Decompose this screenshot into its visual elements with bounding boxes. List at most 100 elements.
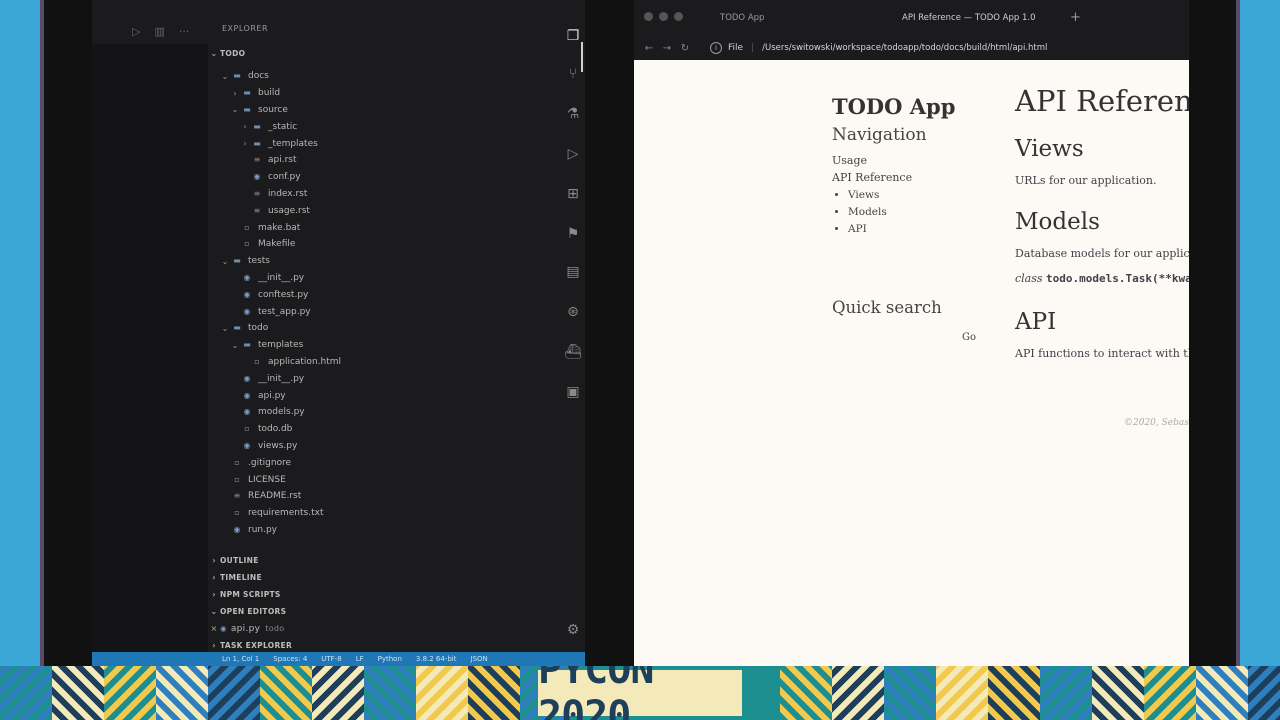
py-icon: ◉	[243, 373, 251, 383]
python-file-icon: ◉	[220, 624, 227, 633]
nav-link-api[interactable]: API	[848, 223, 992, 235]
banner-tile	[884, 666, 936, 720]
bookmark-icon[interactable]: ⚑	[561, 222, 585, 246]
forward-icon[interactable]: →	[658, 43, 676, 54]
site-brand[interactable]: TODO App	[832, 94, 992, 119]
tree-item-label: api.rst	[268, 155, 297, 166]
banner-tile	[1092, 666, 1144, 720]
banner-tile	[52, 666, 104, 720]
banner-tile	[1040, 666, 1092, 720]
banner-tile	[832, 666, 884, 720]
tree-item-label: todo	[248, 323, 269, 334]
tree-item-label: run.py	[248, 524, 278, 535]
banner-tile	[260, 666, 312, 720]
tree-item-label: templates	[258, 340, 304, 351]
status-item[interactable]: Python	[378, 655, 402, 663]
tree-item-label: index.rst	[268, 188, 308, 199]
file-icon: ▫	[234, 474, 240, 484]
split-editor-icon[interactable]: ▥	[154, 25, 164, 38]
chevron-right-icon: ›	[212, 590, 216, 599]
minimize-window-icon[interactable]	[659, 12, 668, 21]
banner-tile	[0, 666, 52, 720]
address-bar[interactable]: /Users/switowski/workspace/todoapp/todo/…	[762, 43, 1047, 53]
folder-icon: ▬	[233, 71, 241, 81]
class-signature: class todo.models.Task(**kwargs)	[1015, 272, 1189, 285]
tree-item-label: application.html	[268, 356, 342, 367]
banner-tile	[1248, 666, 1280, 720]
chevron-down-icon: ⌄	[210, 49, 218, 58]
docker-icon[interactable]: ⛴	[561, 340, 585, 364]
tree-item-label: __init__.py	[258, 373, 305, 384]
close-icon[interactable]: ×	[208, 624, 220, 633]
tree-item-label: usage.rst	[268, 205, 310, 216]
banner-tile	[1144, 666, 1196, 720]
docs-page: TODO App Navigation Usage API Reference …	[634, 60, 1189, 666]
git-graph-icon[interactable]: ⊛	[561, 300, 585, 324]
tree-item-label: LICENSE	[248, 474, 286, 485]
tab-api-reference[interactable]: API Reference — TODO App 1.0	[902, 8, 1036, 28]
py-icon: ◉	[243, 440, 251, 450]
activity-bar: ❐ ⑂ ⚗ ▷ ⊞ ⚑ ▤ ⊛ ⛴ ▣ ⚙	[561, 20, 585, 656]
tab-todo-app[interactable]: TODO App	[720, 8, 764, 28]
nav-link-api-reference[interactable]: API Reference	[832, 171, 992, 184]
extensions-icon[interactable]: ⊞	[561, 182, 585, 206]
tree-item-label: make.bat	[258, 222, 301, 233]
status-item[interactable]: LF	[356, 655, 364, 663]
back-icon[interactable]: ←	[640, 43, 658, 54]
tree-item-label: _templates	[268, 138, 318, 149]
status-item[interactable]: JSON	[471, 655, 488, 663]
nav-link-usage[interactable]: Usage	[832, 154, 992, 167]
files-icon[interactable]: ❐	[561, 24, 585, 48]
settings-gear-icon[interactable]: ⚙	[561, 618, 585, 642]
rst-icon: ≡	[253, 188, 261, 198]
file-icon: ▫	[234, 508, 240, 518]
search-go-button[interactable]: Go	[962, 332, 976, 343]
rst-icon: ≡	[233, 491, 241, 501]
info-icon[interactable]: i	[710, 42, 722, 54]
tree-item-label: build	[258, 88, 281, 99]
editor-area	[92, 44, 208, 656]
new-tab-icon[interactable]: +	[1070, 10, 1081, 25]
chevron-right-icon: ›	[243, 139, 247, 149]
tree-item-label: tests	[248, 256, 270, 267]
banner-tile	[364, 666, 416, 720]
tree-item-label: __init__.py	[258, 272, 305, 283]
flask-icon[interactable]: ⚗	[561, 102, 585, 126]
zoom-window-icon[interactable]	[674, 12, 683, 21]
status-item[interactable]: Ln 1, Col 1	[222, 655, 259, 663]
nav-link-models[interactable]: Models	[848, 206, 992, 218]
file-icon: ▫	[254, 356, 260, 366]
tree-item-label: Makefile	[258, 239, 296, 250]
run-icon[interactable]: ▷	[132, 25, 140, 38]
chevron-down-icon: ⌄	[221, 323, 229, 333]
nav-link-views[interactable]: Views	[848, 189, 992, 201]
views-description: URLs for our application.	[1015, 174, 1157, 187]
file-icon: ▫	[234, 457, 240, 467]
status-item[interactable]: 3.8.2 64-bit	[416, 655, 457, 663]
url-scheme: File	[728, 43, 744, 53]
chevron-right-icon: ›	[233, 88, 237, 98]
more-icon[interactable]: ···	[179, 25, 190, 38]
tree-item-label: todo.db	[258, 424, 293, 435]
folder-icon[interactable]: ▤	[561, 260, 585, 284]
close-window-icon[interactable]	[644, 12, 653, 21]
editor-actions: ▷ ▥ ···	[92, 20, 208, 42]
status-item[interactable]: UTF-8	[321, 655, 341, 663]
py-icon: ◉	[243, 390, 251, 400]
status-bar: Ln 1, Col 1 Spaces: 4 UTF-8 LF Python 3.8.2 6…	[92, 652, 585, 666]
pycon-banner: PYCON 2020	[0, 666, 1280, 720]
chevron-down-icon: ⌄	[221, 256, 229, 266]
chevron-right-icon: ›	[243, 122, 247, 132]
frame-edge-right	[1236, 0, 1240, 666]
nav-sublist: Views Models API	[848, 189, 992, 235]
remote-explorer-icon[interactable]: ▣	[561, 380, 585, 404]
tree-item-label: requirements.txt	[248, 508, 324, 519]
source-control-icon[interactable]: ⑂	[561, 62, 585, 86]
docs-sidebar: TODO App Navigation Usage API Reference …	[832, 94, 992, 343]
reload-icon[interactable]: ↻	[676, 43, 694, 54]
explorer-title: EXPLORER	[222, 24, 268, 33]
status-item[interactable]: Spaces: 4	[273, 655, 307, 663]
run-debug-icon[interactable]: ▷	[561, 142, 585, 166]
chevron-down-icon: ⌄	[210, 607, 218, 616]
folder-icon: ▬	[243, 340, 251, 350]
